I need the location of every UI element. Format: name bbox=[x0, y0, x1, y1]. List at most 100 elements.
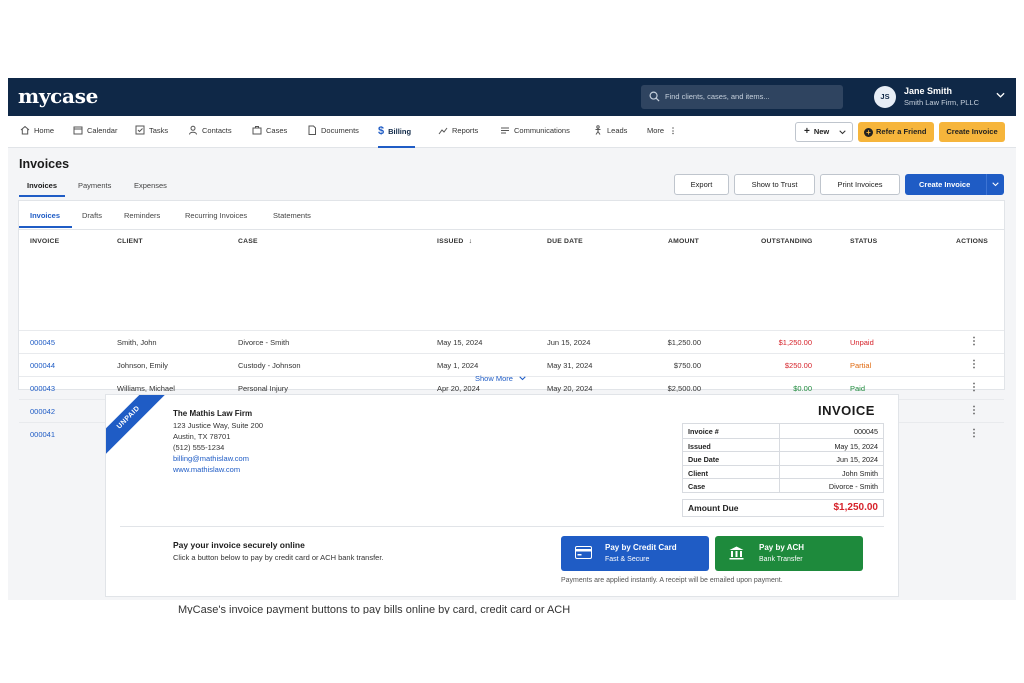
column-header-case[interactable]: CASE bbox=[238, 238, 258, 245]
invoice-number-link[interactable]: 000043 bbox=[30, 384, 55, 393]
create-invoice-button[interactable]: Create Invoice bbox=[905, 174, 1004, 195]
credit-card-button-subtitle: Fast & Secure bbox=[605, 556, 650, 563]
refer-a-friend-button[interactable]: + Refer a Friend bbox=[858, 122, 934, 142]
invoice-meta-row: Due Date Jun 15, 2024 bbox=[683, 451, 883, 465]
row-actions-kebab-icon[interactable]: ⋮ bbox=[969, 405, 979, 416]
user-firm: Smith Law Firm, PLLC bbox=[904, 98, 980, 107]
print-invoices-button[interactable]: Print Invoices bbox=[820, 174, 900, 195]
table-row[interactable]: 000045 Smith, John Divorce - Smith May 15, … bbox=[19, 330, 1004, 353]
invoice-number-link[interactable]: 000044 bbox=[30, 361, 55, 370]
tab-invoices[interactable]: Invoices bbox=[27, 181, 57, 190]
calendar-icon bbox=[73, 126, 83, 135]
column-header-outstanding[interactable]: OUTSTANDING bbox=[761, 238, 813, 245]
tab-payments[interactable]: Payments bbox=[78, 181, 111, 190]
nav-item-billing[interactable]: $ Billing bbox=[378, 116, 416, 148]
export-button[interactable]: Export bbox=[674, 174, 729, 195]
page-title: Invoices bbox=[19, 157, 70, 171]
document-icon bbox=[308, 125, 316, 135]
column-header-due-date[interactable]: DUE DATE bbox=[547, 238, 583, 245]
nav-label-cases: Cases bbox=[266, 126, 288, 135]
nav-item-contacts[interactable]: Contacts bbox=[188, 116, 232, 148]
invoice-number-link[interactable]: 000041 bbox=[30, 430, 55, 439]
app-logo[interactable]: mycase bbox=[18, 84, 98, 108]
tab-expenses[interactable]: Expenses bbox=[134, 181, 167, 190]
invoice-number-link[interactable]: 000042 bbox=[30, 407, 55, 416]
status-badge: Paid bbox=[850, 384, 866, 393]
search-icon bbox=[649, 91, 660, 102]
row-actions-kebab-icon[interactable]: ⋮ bbox=[969, 382, 979, 393]
firm-email-link[interactable]: billing@mathislaw.com bbox=[173, 454, 249, 463]
column-header-status[interactable]: STATUS bbox=[850, 238, 877, 245]
invoice-number-link[interactable]: 000045 bbox=[30, 338, 55, 347]
nav-item-cases[interactable]: Cases bbox=[252, 116, 287, 148]
nav-item-reports[interactable]: Reports bbox=[438, 116, 478, 148]
column-header-amount[interactable]: AMOUNT bbox=[668, 238, 699, 245]
case-cell: Custody - Johnson bbox=[238, 361, 301, 370]
chevron-down-icon[interactable] bbox=[996, 92, 1005, 99]
invoice-meta-key: Client bbox=[688, 468, 708, 478]
person-icon bbox=[189, 125, 197, 135]
ach-button-title: Pay by ACH bbox=[759, 543, 805, 552]
amount-due-value: $1,250.00 bbox=[833, 502, 879, 513]
nav-label-more: More bbox=[647, 126, 665, 135]
issued-cell: May 15, 2024 bbox=[437, 338, 483, 347]
top-bar: mycase Find clients, cases, and items...… bbox=[8, 78, 1016, 116]
avatar[interactable]: JS bbox=[874, 86, 896, 108]
row-actions-kebab-icon[interactable]: ⋮ bbox=[969, 336, 979, 347]
nav-item-calendar[interactable]: Calendar bbox=[73, 116, 117, 148]
column-header-invoice[interactable]: INVOICE bbox=[30, 238, 59, 245]
subtab-recurring-invoices[interactable]: Recurring Invoices bbox=[185, 211, 247, 220]
nav-label-leads: Leads bbox=[607, 126, 628, 135]
row-actions-kebab-icon[interactable]: ⋮ bbox=[969, 428, 979, 439]
invoice-meta-value: 000045 bbox=[854, 427, 878, 436]
subtab-drafts[interactable]: Drafts bbox=[82, 211, 102, 220]
due-date-cell: May 20, 2024 bbox=[547, 384, 593, 393]
subtab-reminders[interactable]: Reminders bbox=[124, 211, 160, 220]
pay-online-subtitle: Click a button below to pay by credit ca… bbox=[173, 553, 384, 562]
create-invoice-dropdown[interactable] bbox=[986, 174, 1004, 195]
outstanding-cell: $0.00 bbox=[793, 384, 812, 393]
pay-by-credit-card-button[interactable]: Pay by Credit Card Fast & Secure bbox=[561, 536, 709, 571]
show-more-label: Show More bbox=[475, 374, 513, 383]
firm-website-link[interactable]: www.mathislaw.com bbox=[173, 465, 240, 474]
invoices-card: Invoices Drafts Reminders Recurring Invo… bbox=[18, 200, 1005, 439]
bank-icon bbox=[729, 546, 744, 560]
client-cell: Johnson, Emily bbox=[117, 361, 168, 370]
nav-label-calendar: Calendar bbox=[87, 126, 118, 135]
new-button[interactable]: + New bbox=[795, 122, 853, 142]
nav-item-more[interactable]: More ⋮ bbox=[647, 116, 677, 148]
figure-icon bbox=[595, 125, 601, 135]
nav-label-documents: Documents bbox=[321, 126, 359, 135]
show-more-button[interactable]: Show More bbox=[475, 374, 526, 383]
nav-item-communications[interactable]: Communications bbox=[500, 116, 570, 148]
table-row[interactable]: 000044 Johnson, Emily Custody - Johnson May… bbox=[19, 353, 1004, 376]
nav-item-documents[interactable]: Documents bbox=[307, 116, 359, 148]
kebab-icon: ⋮ bbox=[669, 126, 677, 135]
invoice-meta-key: Invoice # bbox=[688, 427, 719, 436]
row-actions-kebab-icon[interactable]: ⋮ bbox=[969, 359, 979, 370]
plus-icon: + bbox=[804, 126, 810, 137]
nav-label-tasks: Tasks bbox=[149, 126, 169, 135]
nav-item-tasks[interactable]: Tasks bbox=[135, 116, 168, 148]
nav-item-leads[interactable]: Leads bbox=[593, 116, 627, 148]
column-header-issued[interactable]: ISSUED ↓ bbox=[437, 238, 472, 245]
chevron-down-icon bbox=[992, 182, 999, 187]
invoice-meta-value: Divorce - Smith bbox=[828, 482, 878, 492]
search-input[interactable]: Find clients, cases, and items... bbox=[641, 85, 843, 109]
invoice-heading: INVOICE bbox=[818, 403, 875, 418]
show-to-trust-button[interactable]: Show to Trust bbox=[734, 174, 815, 195]
subtab-invoices[interactable]: Invoices bbox=[30, 211, 60, 220]
create-invoice-top-button[interactable]: Create Invoice bbox=[939, 122, 1005, 142]
sort-down-icon: ↓ bbox=[468, 238, 473, 245]
nav-item-home[interactable]: Home bbox=[20, 116, 54, 148]
subtab-statements[interactable]: Statements bbox=[273, 211, 311, 220]
app-window: mycase Find clients, cases, and items...… bbox=[8, 78, 1016, 600]
checkbox-icon bbox=[135, 125, 145, 135]
create-invoice-label: Create Invoice bbox=[919, 180, 971, 189]
invoice-meta-value: John Smith bbox=[842, 468, 878, 478]
chat-icon bbox=[501, 127, 509, 134]
column-header-client[interactable]: CLIENT bbox=[117, 238, 143, 245]
payment-note: Payments are applied instantly. A receip… bbox=[561, 577, 783, 584]
user-name[interactable]: Jane Smith bbox=[904, 86, 952, 96]
pay-by-ach-button[interactable]: Pay by ACH Bank Transfer bbox=[715, 536, 863, 571]
